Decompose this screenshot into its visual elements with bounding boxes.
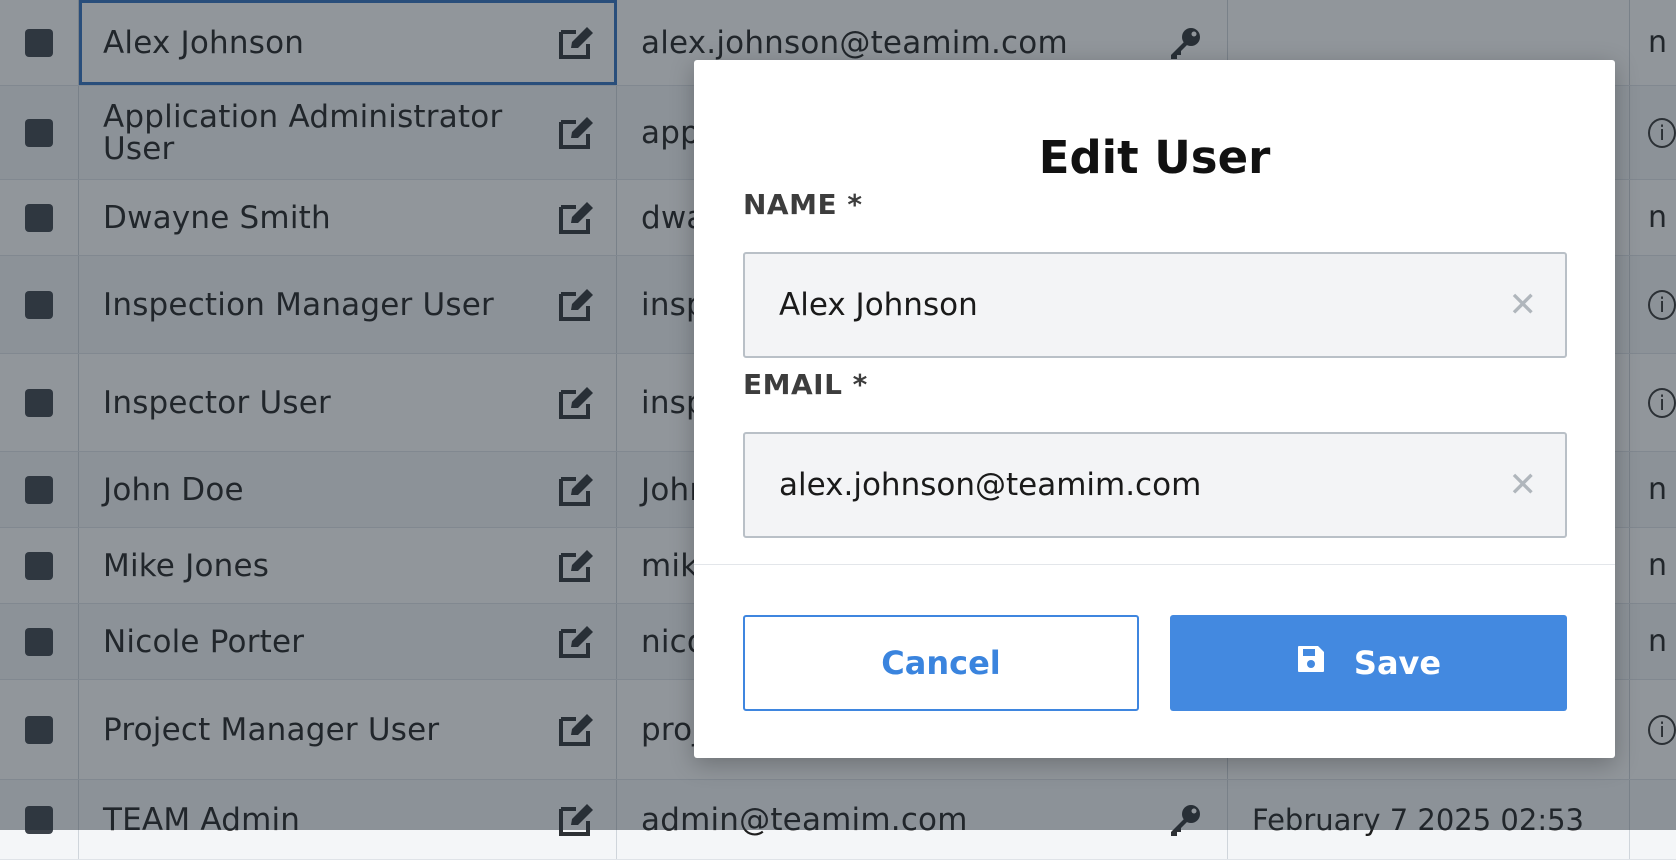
save-button[interactable]: Save <box>1170 615 1567 711</box>
email-field[interactable]: ✕ <box>743 432 1567 538</box>
name-field[interactable]: ✕ <box>743 252 1567 358</box>
clear-icon[interactable]: ✕ <box>1509 468 1538 502</box>
cancel-button[interactable]: Cancel <box>743 615 1139 711</box>
save-label: Save <box>1353 644 1442 682</box>
name-field-label: NAME * <box>743 188 863 221</box>
dialog-title: Edit User <box>1038 131 1271 184</box>
name-input[interactable] <box>777 286 1509 324</box>
floppy-disk-icon <box>1296 644 1326 682</box>
cancel-label: Cancel <box>881 644 1001 682</box>
email-field-label: EMAIL * <box>743 368 868 401</box>
edit-user-dialog: Edit User NAME * ✕ EMAIL * ✕ Cancel Save <box>694 60 1615 758</box>
dialog-divider <box>694 564 1615 565</box>
clear-icon[interactable]: ✕ <box>1509 288 1538 322</box>
email-input[interactable] <box>777 466 1509 504</box>
